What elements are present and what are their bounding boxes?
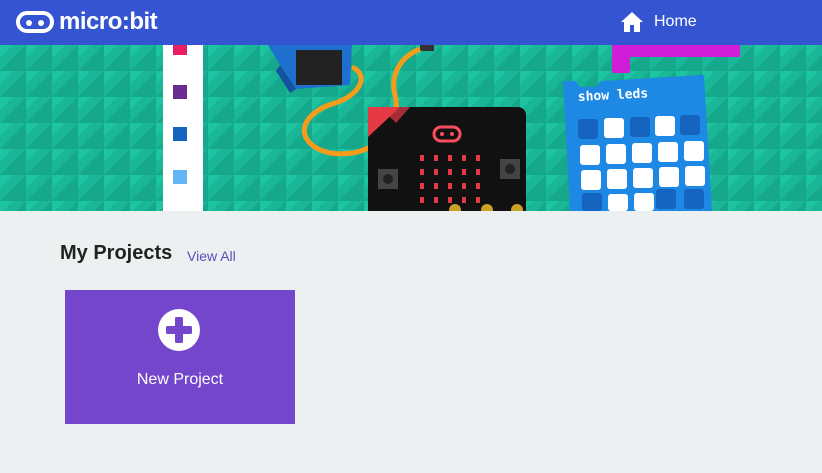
- new-project-label: New Project: [136, 371, 224, 388]
- microbit-board: [368, 107, 526, 211]
- new-project-card[interactable]: New Project: [65, 290, 295, 424]
- hero-illustration: show leds: [0, 45, 822, 211]
- top-bar: micro:bit Home: [0, 0, 822, 45]
- home-button[interactable]: Home: [620, 10, 697, 34]
- home-label: Home: [654, 13, 697, 30]
- microbit-logo-icon: [16, 11, 54, 33]
- show-leds-block: show leds: [563, 75, 712, 211]
- plus-circle-icon: [158, 309, 200, 351]
- view-all-link[interactable]: View All: [187, 248, 236, 264]
- brand-name: micro:bit: [59, 8, 158, 35]
- microbit-logo[interactable]: micro:bit: [16, 8, 158, 36]
- home-icon: [621, 12, 643, 32]
- section-title: My Projects: [60, 242, 173, 264]
- hero-banner: show leds: [0, 45, 822, 211]
